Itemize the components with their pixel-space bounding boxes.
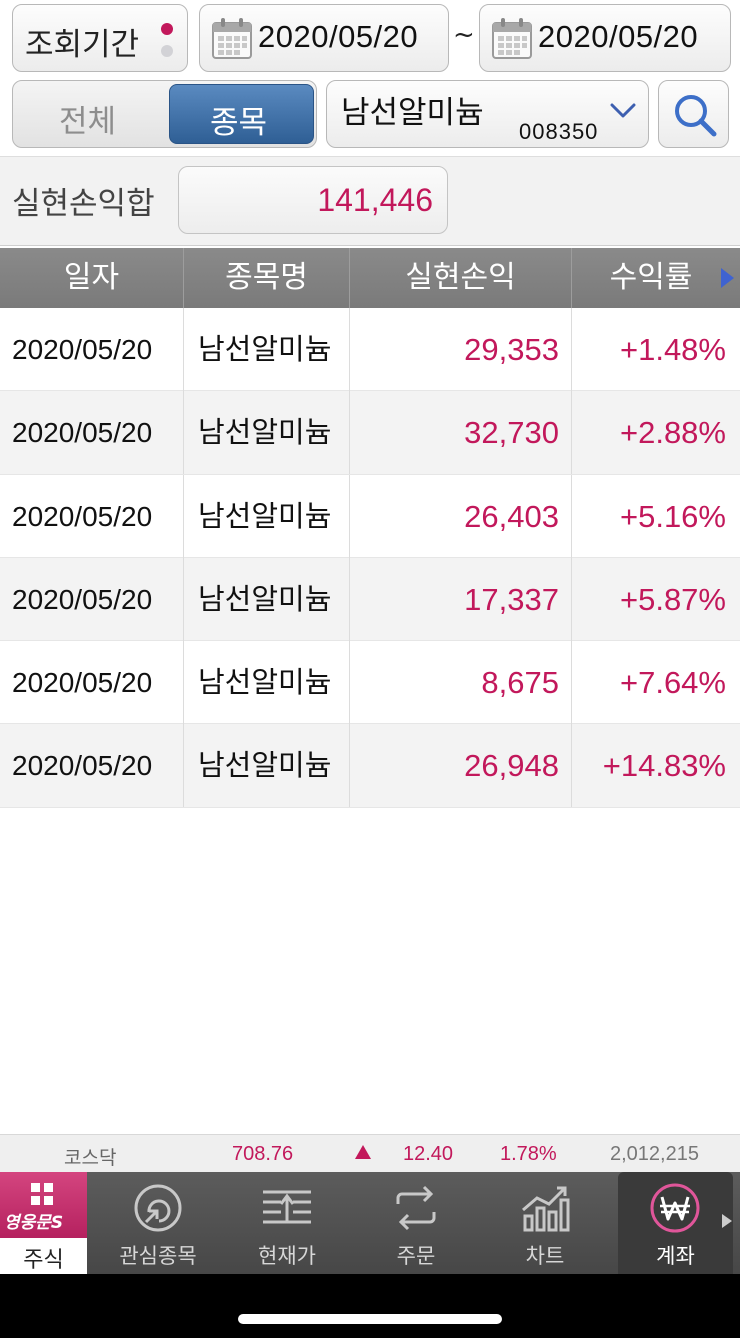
up-triangle-icon	[355, 1145, 371, 1159]
nav-item-stock[interactable]: 영웅문S 주식	[0, 1172, 87, 1274]
row-stock-name: 남선알미늄	[184, 557, 350, 641]
search-button[interactable]	[658, 80, 729, 148]
filter-item-tab[interactable]: 종목	[169, 84, 314, 144]
home-indicator-area	[0, 1274, 740, 1338]
nav-label: 주식	[23, 1248, 64, 1273]
row-stock-name: 남선알미늄	[184, 724, 350, 808]
summary-label: 실현손익합	[12, 186, 155, 222]
nav-label: 주문	[396, 1244, 436, 1268]
date-to-button[interactable]: 2020/05/20	[479, 4, 731, 72]
won-icon	[650, 1183, 700, 1233]
ticker-change: 12.40	[403, 1143, 454, 1165]
nav-label: 계좌	[656, 1244, 695, 1268]
stock-select[interactable]: 남선알미늄 008350	[326, 80, 649, 148]
row-stock-name: 남선알미늄	[184, 308, 350, 391]
search-icon	[675, 95, 717, 137]
column-header-name[interactable]: 종목명	[184, 248, 350, 308]
chevron-down-icon	[610, 103, 636, 118]
row-return-rate: +5.16%	[619, 498, 726, 534]
row-realized-pnl: 29,353	[350, 308, 572, 391]
row-stock-name: 남선알미늄	[184, 474, 350, 558]
table-row[interactable]: 2020/05/20 남선알미늄 17,337 +5.87%	[0, 557, 740, 642]
filter-all-label: 전체	[59, 104, 117, 140]
row-date: 2020/05/20	[0, 557, 184, 641]
ticker-index-value: 708.76	[232, 1143, 294, 1165]
market-ticker[interactable]: 코스닥 708.76 12.40 1.78% 2,012,215	[0, 1134, 740, 1172]
price-icon	[263, 1190, 311, 1224]
filter-all-tab[interactable]: 전체	[13, 81, 165, 147]
row-date: 2020/05/20	[0, 474, 184, 558]
row-return-rate: +14.83%	[602, 748, 726, 784]
date-to-text: 2020/05/20	[538, 19, 699, 54]
stock-code: 008350	[519, 119, 599, 144]
column-header-pnl[interactable]: 실현손익	[350, 248, 572, 308]
row-realized-pnl: 26,948	[350, 724, 572, 808]
scroll-right-icon[interactable]	[721, 268, 734, 288]
table-row[interactable]: 2020/05/20 남선알미늄 8,675 +7.64%	[0, 641, 740, 725]
ticker-volume: 2,012,215	[610, 1143, 699, 1165]
ticker-market-name: 코스닥	[64, 1147, 117, 1169]
watchlist-icon	[134, 1184, 182, 1232]
row-stock-name: 남선알미늄	[184, 641, 350, 725]
home-indicator[interactable]	[238, 1314, 502, 1324]
calendar-icon	[212, 18, 252, 59]
table-header: 일자 종목명 실현손익 수익률	[0, 248, 740, 308]
grid-icon	[31, 1183, 53, 1205]
table-row[interactable]: 2020/05/20 남선알미늄 26,403 +5.16%	[0, 474, 740, 558]
nav-item-order[interactable]: 주문	[351, 1172, 481, 1274]
row-date: 2020/05/20	[0, 641, 184, 725]
row-date: 2020/05/20	[0, 308, 184, 391]
order-icon	[396, 1185, 436, 1231]
nav-more-arrow-icon[interactable]	[722, 1214, 732, 1228]
row-stock-name: 남선알미늄	[184, 391, 350, 475]
stock-name: 남선알미늄	[341, 95, 484, 131]
period-button[interactable]: 조회기간	[12, 4, 188, 72]
period-indicator-dot-active	[161, 23, 173, 35]
summary-value: 141,446	[317, 182, 433, 218]
row-return-rate: +5.87%	[619, 581, 726, 617]
row-realized-pnl: 26,403	[350, 474, 572, 558]
row-date: 2020/05/20	[0, 391, 184, 475]
period-indicator-dot-inactive	[161, 45, 173, 57]
period-label: 조회기간	[25, 27, 140, 63]
row-realized-pnl: 8,675	[350, 641, 572, 725]
bottom-nav: 영웅문S 주식 관심종목 현재가 주문 차트 계좌	[0, 1172, 740, 1274]
row-return-rate: +2.88%	[619, 415, 726, 451]
row-realized-pnl: 32,730	[350, 391, 572, 475]
nav-label: 차트	[525, 1244, 565, 1268]
nav-item-account[interactable]: 계좌	[618, 1172, 733, 1274]
column-header-rate[interactable]: 수익률	[572, 248, 740, 308]
filter-segmented-control: 전체 종목	[12, 80, 317, 148]
table-body: 2020/05/20 남선알미늄 29,353 +1.48% 2020/05/2…	[0, 308, 740, 808]
row-return-rate: +7.64%	[619, 665, 726, 701]
chart-icon	[522, 1186, 570, 1232]
date-from-button[interactable]: 2020/05/20	[199, 4, 449, 72]
column-header-rate-label: 수익률	[609, 260, 693, 295]
nav-label: 관심종목	[119, 1244, 197, 1268]
calendar-icon	[492, 18, 532, 59]
date-from-text: 2020/05/20	[258, 19, 419, 54]
row-date: 2020/05/20	[0, 724, 184, 808]
ticker-change-percent: 1.78%	[500, 1143, 557, 1165]
date-separator: ~	[453, 20, 475, 50]
row-realized-pnl: 17,337	[350, 557, 572, 641]
brand-logo: 영웅문S	[0, 1172, 87, 1238]
filter-item-label: 종목	[210, 105, 268, 141]
nav-item-price[interactable]: 현재가	[222, 1172, 352, 1274]
nav-item-watchlist[interactable]: 관심종목	[93, 1172, 223, 1274]
row-return-rate: +1.48%	[619, 332, 726, 367]
table-row[interactable]: 2020/05/20 남선알미늄 32,730 +2.88%	[0, 391, 740, 475]
nav-label: 현재가	[258, 1244, 316, 1268]
table-row[interactable]: 2020/05/20 남선알미늄 29,353 +1.48%	[0, 308, 740, 392]
nav-item-chart[interactable]: 차트	[480, 1172, 610, 1274]
column-header-date[interactable]: 일자	[0, 248, 184, 308]
summary-value-box: 141,446	[178, 166, 448, 234]
table-row[interactable]: 2020/05/20 남선알미늄 26,948 +14.83%	[0, 724, 740, 808]
brand-text: 영웅문S	[4, 1213, 64, 1233]
